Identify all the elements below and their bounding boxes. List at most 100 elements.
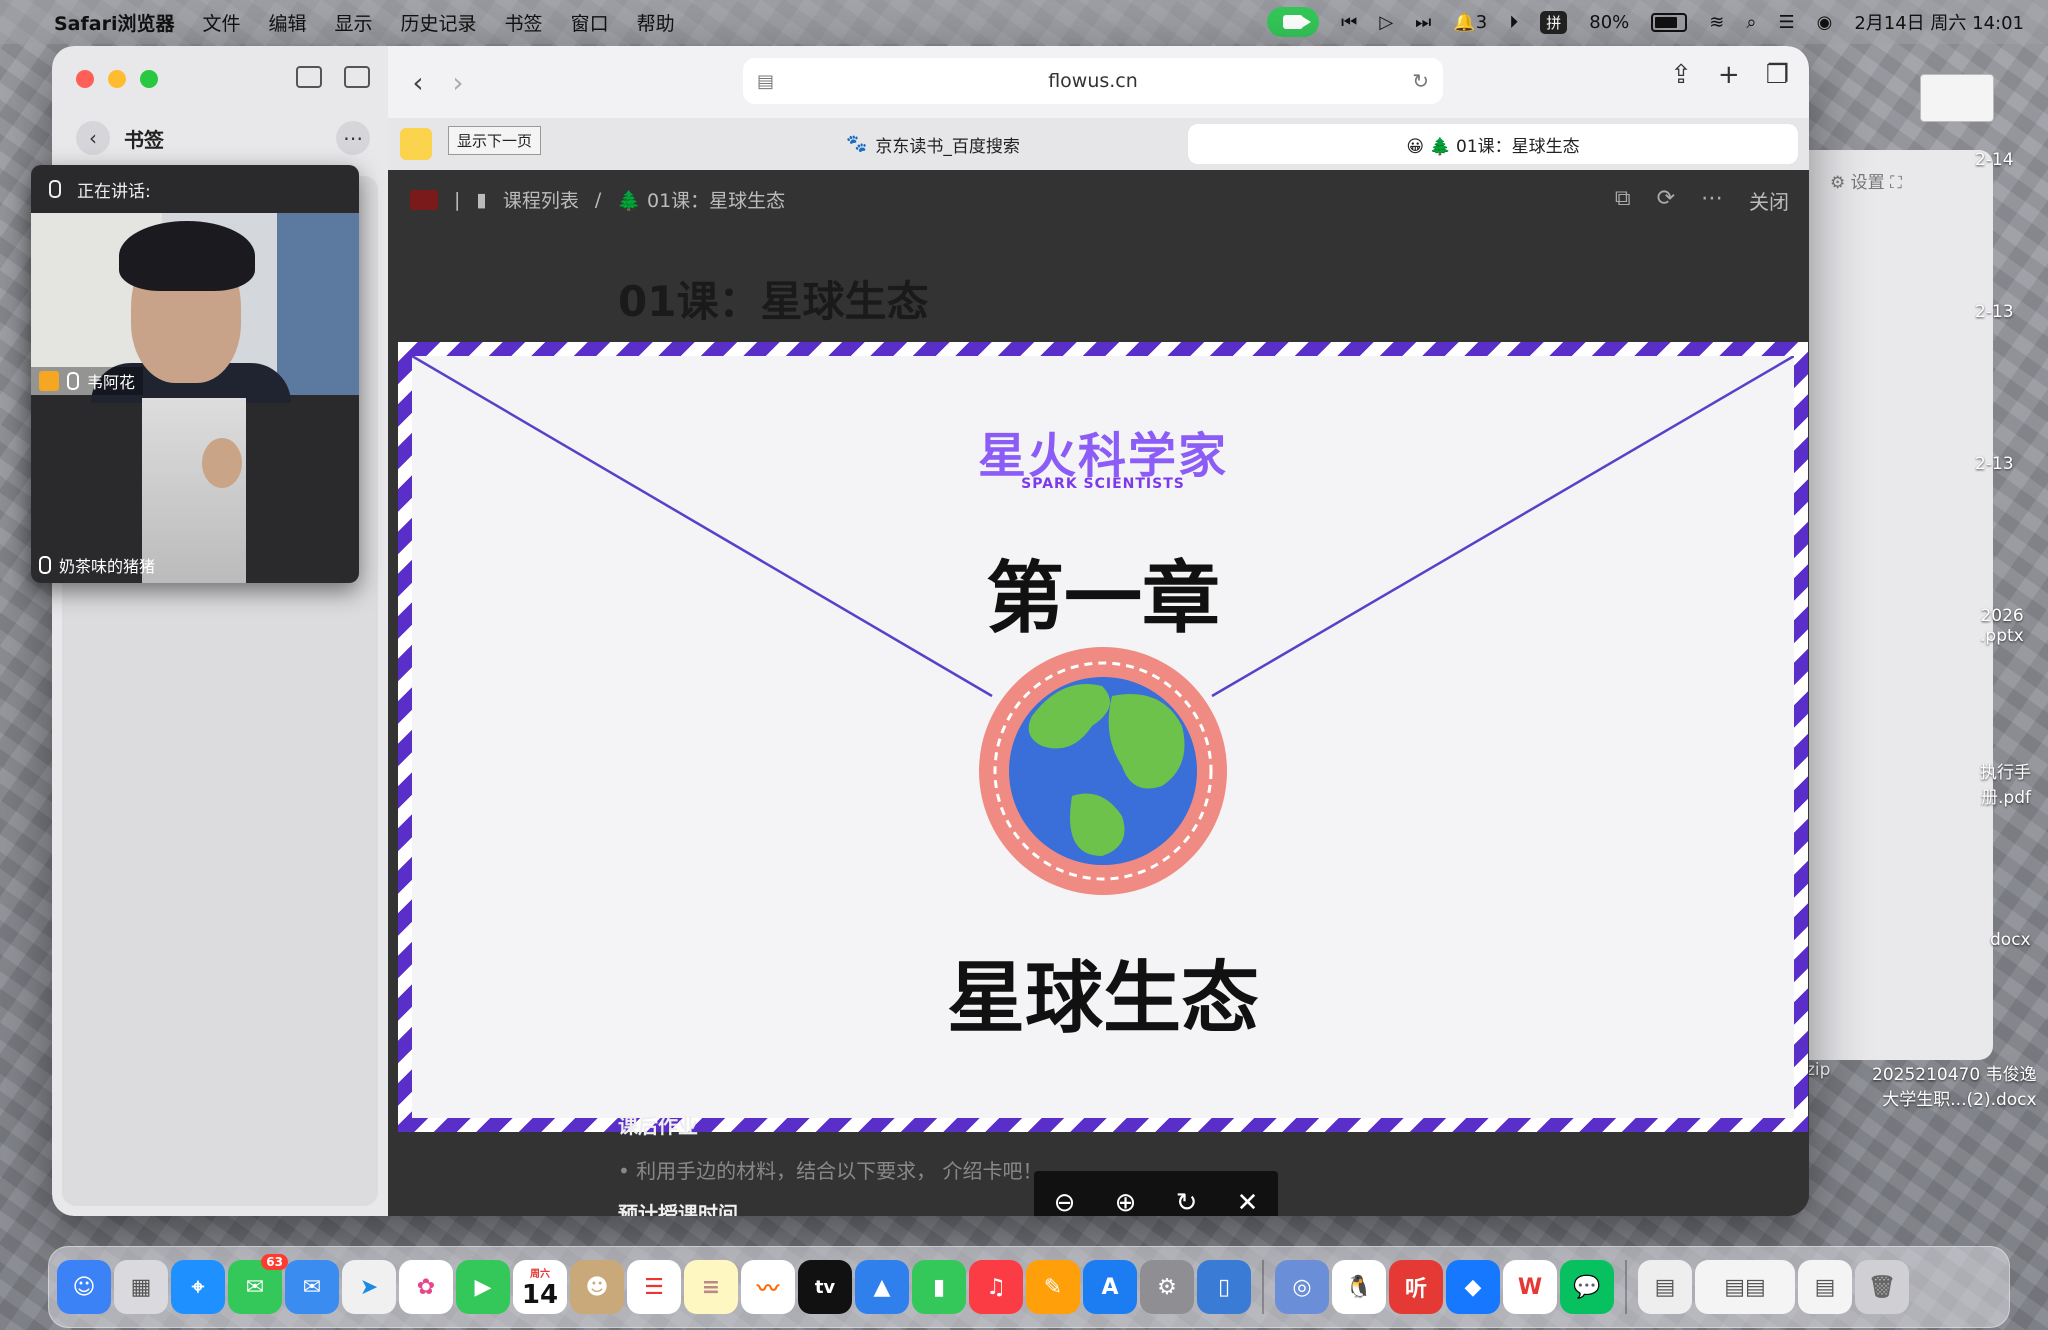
menu-window[interactable]: 窗口	[571, 9, 609, 36]
video-call-panel[interactable]: 正在讲话: 韦阿花 奶茶味的猪猪	[31, 165, 359, 583]
menu-bookmarks[interactable]: 书签	[505, 9, 543, 36]
sidebar-toggle-icon[interactable]	[344, 66, 370, 88]
menu-help[interactable]: 帮助	[637, 9, 675, 36]
desktop-file-zip[interactable]: zip	[1806, 1060, 1830, 1080]
screenshot-thumbnail[interactable]	[1920, 74, 1994, 122]
image-viewer-controls: ⊖ ⊕ ↻ ✕	[1034, 1171, 1278, 1216]
close-viewer-button[interactable]: 关闭	[1749, 186, 1789, 215]
slide-canvas: 星火科学家 SPARK SCIENTISTS 第一章 星球生态	[412, 356, 1794, 1118]
breadcrumb-course-list[interactable]: 课程列表	[503, 186, 579, 213]
desktop-file-pdf[interactable]: 执行手 册.pdf	[1980, 758, 2031, 808]
workspace-icon[interactable]	[410, 189, 438, 210]
safari-icon[interactable]: ⌖	[171, 1260, 225, 1314]
zoom-window-button[interactable]	[140, 70, 158, 88]
menu-app-name[interactable]: Safari浏览器	[54, 9, 174, 36]
bell-icon[interactable]: 🔔3	[1453, 12, 1487, 33]
control-center-icon[interactable]: ☰	[1778, 12, 1794, 33]
iphone-mirroring-icon[interactable]: ▯	[1197, 1260, 1251, 1314]
dock-separator	[1625, 1260, 1627, 1314]
wifi-icon[interactable]: ≋	[1709, 12, 1724, 33]
siri-icon[interactable]: ◉	[1817, 12, 1833, 33]
facetime-status-icon[interactable]	[1267, 7, 1320, 37]
music-icon[interactable]: ♫	[969, 1260, 1023, 1314]
desktop-date-label: 2-13	[1975, 302, 2014, 322]
menu-view[interactable]: 显示	[335, 9, 373, 36]
recent-doc-icon[interactable]: ▤	[1638, 1260, 1692, 1314]
recent-files-stack[interactable]: ▤▤	[1695, 1260, 1795, 1314]
tab-overview-icon[interactable]: ❐	[1766, 60, 1789, 90]
maps-icon[interactable]: ➤	[342, 1260, 396, 1314]
launchpad-icon[interactable]: ▦	[114, 1260, 168, 1314]
tab-group-icon[interactable]	[296, 66, 322, 88]
numbers-icon[interactable]: ▮	[912, 1260, 966, 1314]
notes-icon[interactable]: ≡	[684, 1260, 738, 1314]
photos-icon[interactable]: ✿	[399, 1260, 453, 1314]
status-area: ⏮ ▷ ⏭ 🔔3 ⏵ 拼 80% ≋ ⌕ ☰ ◉ 2月14日 周六 14:01	[1267, 0, 2048, 44]
menu-history[interactable]: 历史记录	[401, 9, 477, 36]
new-tab-icon[interactable]: +	[1718, 60, 1740, 90]
wechat-icon[interactable]: 💬	[1560, 1260, 1614, 1314]
forward-icon[interactable]: ›	[438, 62, 478, 102]
tab-active-lesson[interactable]: 😀 🌲 01课：星球生态	[1188, 124, 1798, 164]
more-icon[interactable]: ⋯	[1701, 186, 1723, 215]
clock[interactable]: 2月14日 周六 14:01	[1854, 9, 2024, 35]
breadcrumb-lesson[interactable]: 🌲 01课：星球生态	[617, 186, 785, 213]
rotate-icon[interactable]: ↻	[1176, 1188, 1198, 1216]
participant-name: 韦阿花	[87, 373, 136, 392]
zoom-out-icon[interactable]: ⊖	[1054, 1188, 1076, 1216]
app-icon[interactable]: ◎	[1275, 1260, 1329, 1314]
messages-icon[interactable]: ✉ 63	[228, 1254, 288, 1314]
reload-icon[interactable]: ↻	[1412, 69, 1429, 93]
page-menu-icon[interactable]: ▤	[757, 71, 774, 92]
facetime-icon[interactable]: ▶	[456, 1260, 510, 1314]
mail-icon[interactable]: ✉	[285, 1260, 339, 1314]
calendar-icon[interactable]: 周六 14	[513, 1260, 567, 1314]
back-chevron-icon[interactable]: ‹	[76, 121, 110, 155]
listen-app-icon[interactable]: 听	[1389, 1260, 1443, 1314]
media-prev-icon[interactable]: ⏮	[1341, 12, 1357, 33]
freeform-icon[interactable]: 〰	[741, 1260, 795, 1314]
menu-edit[interactable]: 编辑	[269, 9, 307, 36]
recent-doc-icon[interactable]: ▤	[1798, 1260, 1852, 1314]
duplicate-icon[interactable]: ⧉	[1615, 186, 1631, 215]
participant-video[interactable]	[142, 398, 246, 583]
desktop-file-docx-2[interactable]: 2025210470 韦俊逸 大学生职...(2).docx	[1872, 1060, 2037, 1110]
sync-icon[interactable]: ⟳	[1657, 186, 1675, 215]
pages-icon[interactable]: ✎	[1026, 1260, 1080, 1314]
apple-tv-icon[interactable]: tv	[798, 1260, 852, 1314]
close-window-button[interactable]	[76, 70, 94, 88]
menu-file[interactable]: 文件	[202, 9, 240, 36]
media-play-icon[interactable]: ▷	[1379, 12, 1393, 33]
address-bar[interactable]: ▤ flowus.cn ↻	[743, 58, 1443, 104]
background-window	[1808, 150, 1993, 1060]
play-circle-icon[interactable]: ⏵	[1509, 12, 1518, 33]
input-method-badge[interactable]: 拼	[1540, 10, 1568, 34]
microphone-icon	[67, 372, 79, 390]
desktop-file-pptx[interactable]: 2026 .pptx	[1980, 606, 2024, 646]
slideshow-icon[interactable]	[400, 128, 432, 160]
participant-video[interactable]: 韦阿花	[31, 213, 359, 403]
feishu-icon[interactable]: ◆	[1446, 1260, 1500, 1314]
back-icon[interactable]: ‹	[398, 62, 438, 102]
finder-icon[interactable]: ☺	[57, 1260, 111, 1314]
reminders-icon[interactable]: ☰	[627, 1260, 681, 1314]
keynote-icon[interactable]: ▲	[855, 1260, 909, 1314]
more-options-icon[interactable]: ⋯	[336, 121, 370, 155]
battery-icon[interactable]	[1651, 12, 1688, 32]
trash-icon[interactable]: 🗑	[1855, 1260, 1909, 1314]
app-store-icon[interactable]: A	[1083, 1260, 1137, 1314]
qq-icon[interactable]: 🐧	[1332, 1260, 1386, 1314]
tab-baidu[interactable]: 🐾 京东读书_百度搜索	[688, 124, 1178, 164]
zoom-in-icon[interactable]: ⊕	[1115, 1188, 1137, 1216]
minimize-window-button[interactable]	[108, 70, 126, 88]
contacts-icon[interactable]: ☻	[570, 1260, 624, 1314]
system-settings-icon[interactable]: ⚙	[1140, 1260, 1194, 1314]
close-icon[interactable]: ✕	[1237, 1188, 1259, 1216]
desktop-file-docx[interactable]: docx	[1990, 930, 2031, 950]
wps-icon[interactable]: W	[1503, 1260, 1557, 1314]
desktop-date-label: 2-14	[1975, 150, 2014, 170]
search-icon[interactable]: ⌕	[1746, 12, 1756, 33]
homework-line: • 利用手边的材料，结合以下要求， 介绍卡吧！	[618, 1159, 1043, 1183]
share-icon[interactable]: ⇪	[1670, 60, 1692, 90]
media-next-icon[interactable]: ⏭	[1415, 12, 1431, 33]
